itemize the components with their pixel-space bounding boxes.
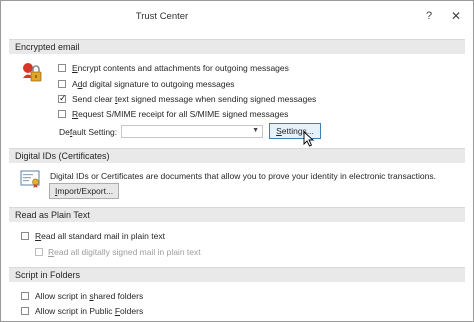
security-lock-icon (23, 63, 42, 82)
dropdown-arrow-icon: ▼ (252, 127, 259, 134)
add-digital-signature-option[interactable]: Add digital signature to outgoing messag… (58, 77, 358, 91)
default-setting-dropdown[interactable]: ▼ (121, 125, 263, 138)
request-smime-receipt-option[interactable]: Request S/MIME receipt for all S/MIME si… (58, 107, 358, 121)
digital-ids-description: Digital IDs or Certificates are document… (50, 171, 436, 181)
encrypt-contents-label: Encrypt contents and attachments for out… (72, 63, 289, 73)
section-header-plain-text: Read as Plain Text (9, 207, 465, 222)
request-smime-receipt-checkbox[interactable] (58, 110, 66, 118)
send-clear-text-checkbox[interactable]: ✓ (58, 93, 67, 103)
read-signed-plain-text-checkbox[interactable] (35, 248, 43, 256)
section-header-encrypted-email: Encrypted email (9, 39, 465, 54)
add-digital-signature-checkbox[interactable] (58, 80, 66, 88)
read-standard-plain-text-checkbox[interactable] (21, 232, 29, 240)
read-signed-plain-text-option[interactable]: Read all digitally signed mail in plain … (35, 245, 335, 259)
encrypt-contents-checkbox[interactable] (58, 64, 66, 72)
allow-script-public-checkbox[interactable] (21, 307, 29, 315)
section-header-script-folders: Script in Folders (9, 267, 465, 282)
close-button[interactable]: ✕ (447, 7, 465, 25)
allow-script-public-label: Allow script in Public Folders (35, 306, 144, 316)
checkmark-icon: ✓ (59, 93, 67, 103)
send-clear-text-option[interactable]: ✓ Send clear text signed message when se… (58, 92, 358, 106)
help-button[interactable]: ? (420, 7, 438, 25)
section-header-digital-ids: Digital IDs (Certificates) (9, 148, 465, 163)
read-standard-plain-text-option[interactable]: Read all standard mail in plain text (21, 229, 321, 243)
allow-script-shared-option[interactable]: Allow script in shared folders (21, 289, 321, 303)
request-smime-receipt-label: Request S/MIME receipt for all S/MIME si… (72, 109, 289, 119)
title-bar: Trust Center ? ✕ (1, 1, 473, 31)
trust-center-dialog: Trust Center ? ✕ Encrypted email Encrypt… (0, 0, 474, 322)
allow-script-shared-checkbox[interactable] (21, 292, 29, 300)
encrypt-contents-option[interactable]: Encrypt contents and attachments for out… (58, 61, 358, 75)
allow-script-shared-label: Allow script in shared folders (35, 291, 144, 301)
certificate-icon (20, 170, 40, 188)
add-digital-signature-label: Add digital signature to outgoing messag… (72, 79, 235, 89)
import-export-button[interactable]: Import/Export... (49, 183, 119, 199)
dialog-title: Trust Center (135, 11, 189, 22)
send-clear-text-label: Send clear text signed message when send… (72, 94, 317, 104)
mouse-pointer-icon (303, 131, 315, 147)
read-standard-plain-text-label: Read all standard mail in plain text (35, 231, 165, 241)
default-setting-label: Default Setting: (59, 127, 118, 137)
allow-script-public-option[interactable]: Allow script in Public Folders (21, 304, 321, 318)
read-signed-plain-text-label: Read all digitally signed mail in plain … (48, 247, 201, 257)
